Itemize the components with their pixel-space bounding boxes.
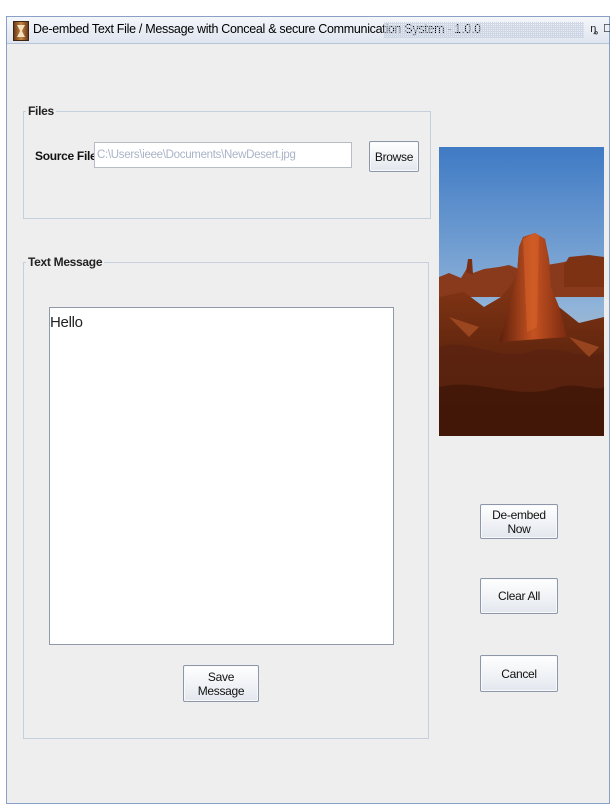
desert-photo-icon xyxy=(439,147,604,436)
restore-icon[interactable]: ȵ xyxy=(588,22,600,36)
title-bar-grip xyxy=(384,22,584,38)
source-file-field[interactable] xyxy=(94,142,352,168)
message-text: Hello xyxy=(50,314,83,331)
main-window: De-embed Text File / Message with Concea… xyxy=(6,16,610,804)
desert-image-preview xyxy=(439,147,604,436)
app-icon xyxy=(13,21,29,41)
close-icon[interactable]: ☐ xyxy=(602,22,610,36)
browse-button[interactable]: Browse xyxy=(369,141,419,172)
cancel-button[interactable]: Cancel xyxy=(480,655,558,692)
title-bar[interactable]: De-embed Text File / Message with Concea… xyxy=(7,17,610,44)
deembed-now-button[interactable]: De-embed Now xyxy=(480,504,558,539)
message-textarea[interactable]: Hello xyxy=(49,307,394,645)
save-message-button[interactable]: Save Message xyxy=(183,665,259,702)
source-file-label: Source File xyxy=(35,149,97,163)
files-legend: Files xyxy=(28,104,54,118)
clear-all-button[interactable]: Clear All xyxy=(480,578,558,614)
text-message-legend: Text Message xyxy=(28,255,103,269)
